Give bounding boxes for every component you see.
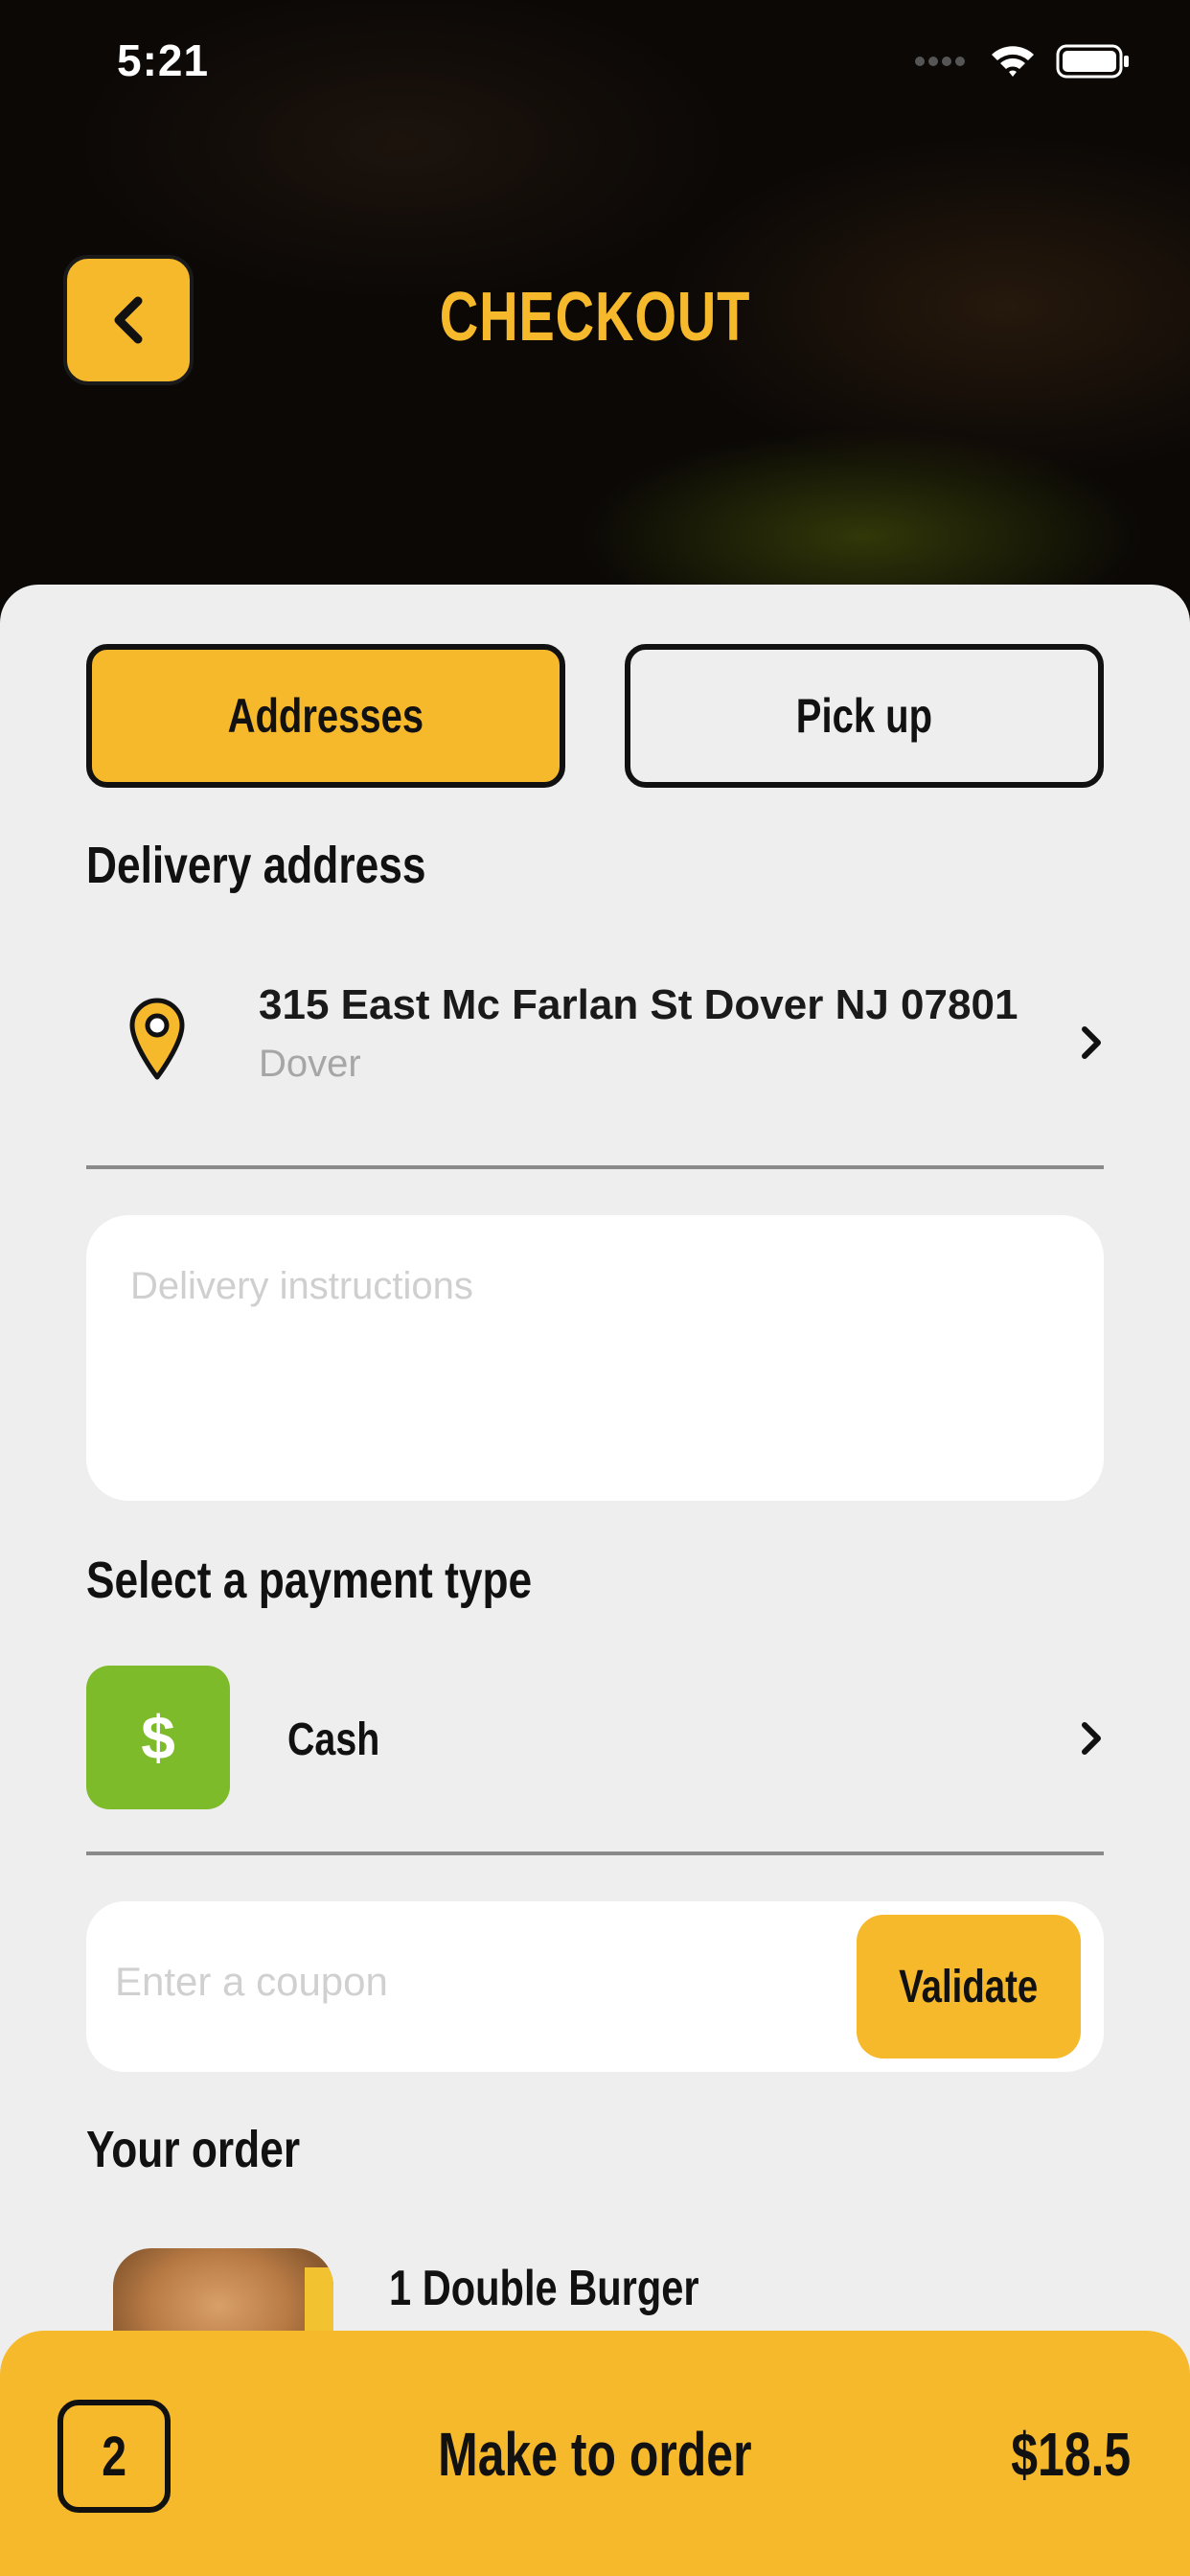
- delivery-mode-tabs: Addresses Pick up: [86, 644, 1104, 788]
- chevron-right-icon: [1082, 1722, 1101, 1755]
- map-pin-icon: [129, 998, 185, 1080]
- delivery-instructions-field[interactable]: Delivery instructions: [86, 1215, 1104, 1501]
- page-title: CHECKOUT: [439, 279, 751, 356]
- battery-icon: [1056, 44, 1129, 79]
- order-item-name: 1 Double Burger: [389, 2261, 699, 2316]
- address-city: Dover: [259, 1043, 361, 1085]
- payment-method-label: Cash: [287, 1714, 380, 1765]
- your-order-title: Your order: [86, 2121, 301, 2178]
- make-order-button[interactable]: 2 Make to order $18.5: [0, 2331, 1190, 2576]
- signal-icon: [915, 57, 965, 66]
- tab-addresses[interactable]: Addresses: [86, 644, 565, 788]
- delivery-address-row[interactable]: 315 East Mc Farlan St Dover NJ 07801 Dov…: [86, 958, 1104, 1121]
- payment-divider: [86, 1852, 1104, 1855]
- cash-icon: $: [86, 1666, 230, 1809]
- tab-addresses-label: Addresses: [227, 689, 424, 743]
- delivery-address-title: Delivery address: [86, 837, 426, 894]
- cash-icon-symbol: $: [141, 1703, 175, 1772]
- tab-pick-up[interactable]: Pick up: [625, 644, 1104, 788]
- wifi-icon: [992, 46, 1034, 77]
- order-total: $18.5: [1011, 2420, 1131, 2489]
- delivery-instructions-placeholder: Delivery instructions: [130, 1265, 473, 1307]
- payment-method-row[interactable]: $ Cash: [86, 1666, 1104, 1809]
- chevron-right-icon: [1082, 1026, 1101, 1059]
- address-divider: [86, 1165, 1104, 1169]
- validate-button[interactable]: Validate: [857, 1915, 1081, 2058]
- make-order-text: Make to order: [438, 2420, 752, 2489]
- payment-type-title: Select a payment type: [86, 1552, 533, 1609]
- coupon-box: Enter a coupon Validate: [86, 1901, 1104, 2072]
- tab-pick-up-label: Pick up: [795, 689, 933, 743]
- coupon-input[interactable]: Enter a coupon: [115, 1959, 388, 2005]
- status-time: 5:21: [117, 35, 210, 85]
- status-icons: [914, 42, 1131, 80]
- validate-button-label: Validate: [899, 1961, 1039, 2012]
- address-line: 315 East Mc Farlan St Dover NJ 07801: [259, 981, 1018, 1028]
